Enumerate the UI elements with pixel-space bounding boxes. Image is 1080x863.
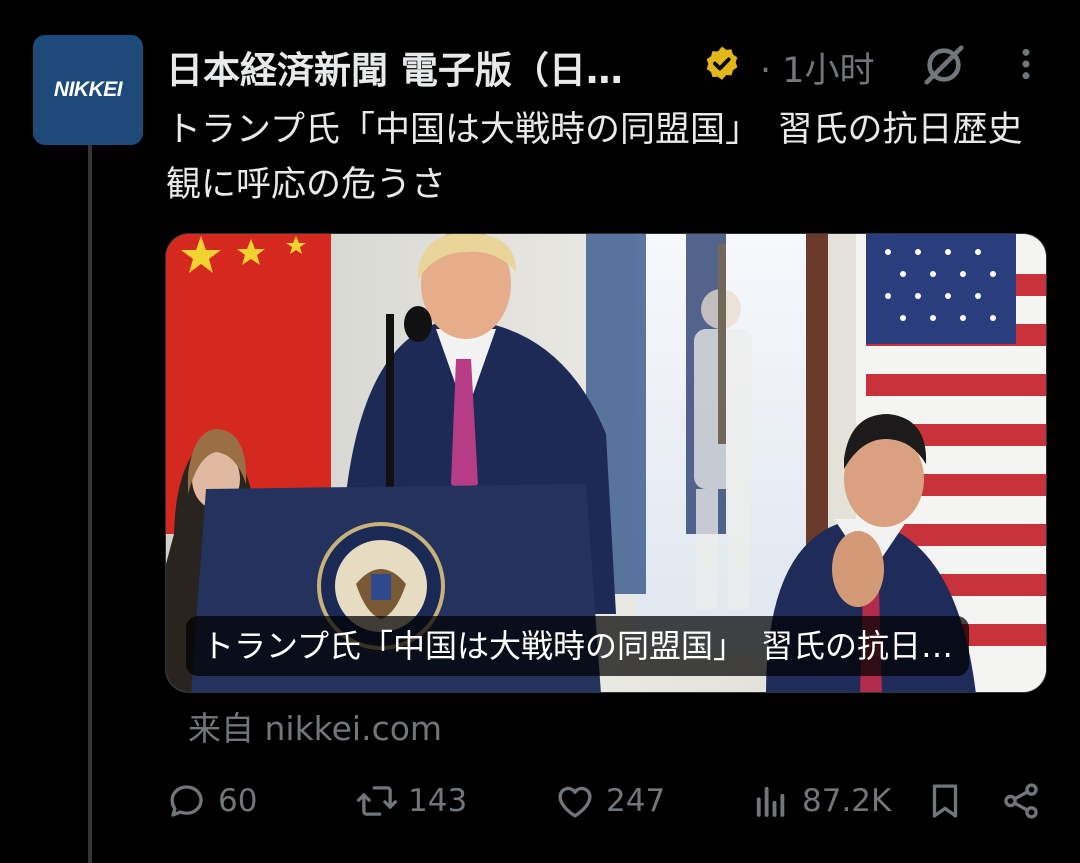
thread-line (88, 145, 92, 863)
repost-button[interactable]: 143 (356, 775, 467, 827)
like-icon (558, 786, 592, 818)
action-bar: 60 143 247 87.2K (166, 775, 1046, 827)
grok-icon[interactable] (921, 42, 967, 88)
views-icon (756, 786, 785, 817)
reply-button[interactable]: 60 (166, 775, 257, 827)
share-icon (1004, 783, 1038, 819)
repost-count: 143 (408, 783, 468, 819)
display-name[interactable]: 日本経済新聞 電子版（日… (166, 40, 666, 94)
more-icon[interactable] (1011, 44, 1041, 84)
reply-count: 60 (218, 783, 258, 819)
like-count: 247 (606, 783, 666, 819)
link-card[interactable]: トランプ氏「中国は大戦時の同盟国」 習氏の抗日… (165, 233, 1047, 693)
views-button[interactable]: 87.2K (750, 775, 891, 827)
avatar-logo-text: NIKKEI (53, 78, 123, 101)
bookmark-icon (932, 784, 958, 818)
view-count: 87.2K (802, 783, 892, 819)
post-text: トランプ氏「中国は大戦時の同盟国」 習氏の抗日歴史観に呼応の危うさ (166, 110, 1023, 205)
repost-icon (356, 786, 398, 816)
share-button[interactable] (1000, 775, 1042, 827)
post-header: 日本経済新聞 電子版（日… · 1小时 (166, 38, 1046, 93)
card-caption[interactable]: トランプ氏「中国は大戦時の同盟国」 習氏の抗日… (186, 616, 970, 676)
post-time[interactable]: · 1小时 (760, 42, 875, 93)
bookmark-button[interactable] (924, 775, 966, 827)
verified-badge-icon[interactable] (701, 44, 743, 86)
like-button[interactable]: 247 (554, 775, 665, 827)
avatar[interactable]: NIKKEI (33, 35, 143, 145)
card-source[interactable]: 来自 nikkei.com (188, 702, 442, 750)
reply-icon (170, 785, 203, 817)
